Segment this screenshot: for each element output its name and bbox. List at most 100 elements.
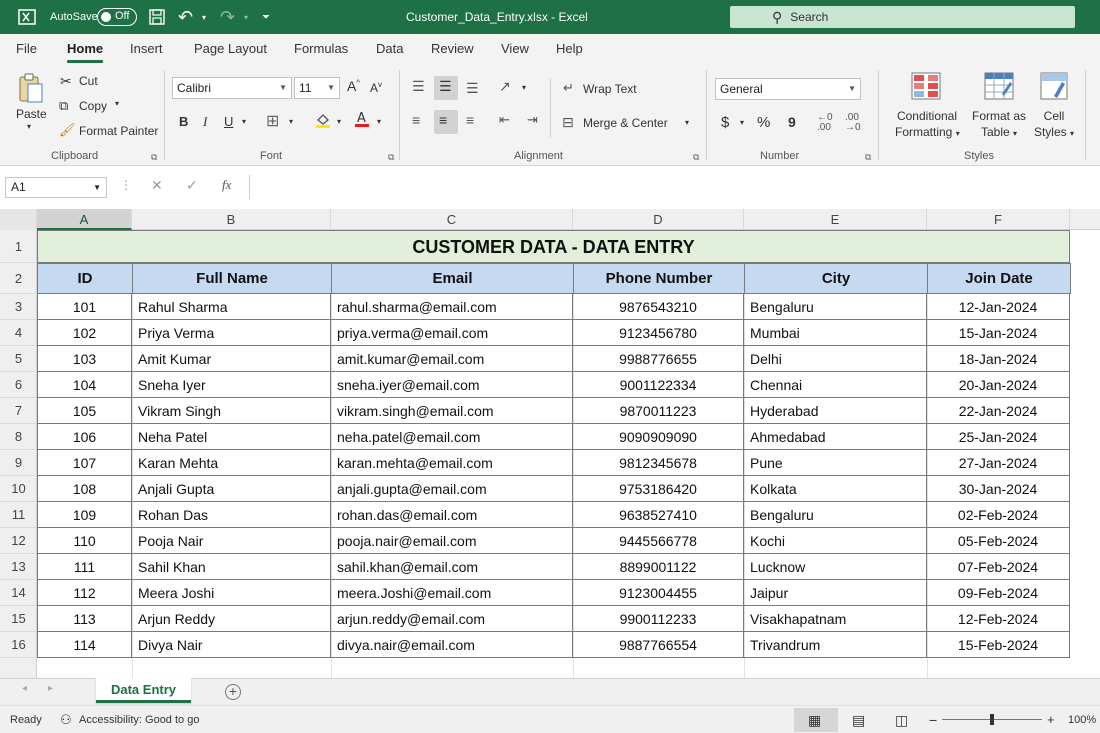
row-header[interactable]: 5 [0,346,37,372]
row-header[interactable]: 13 [0,554,37,580]
tab-formulas[interactable]: Formulas [294,34,348,64]
percent-button[interactable]: % [757,114,770,131]
format-painter-button[interactable]: Format Painter [79,124,158,138]
cell-full-name[interactable]: Rohan Das [132,502,331,528]
cell-id[interactable]: 109 [37,502,132,528]
row-header[interactable]: 4 [0,320,37,346]
next-sheet-icon[interactable]: ▸ [48,683,53,694]
cell-join-date[interactable]: 09-Feb-2024 [927,580,1070,606]
tab-page-layout[interactable]: Page Layout [194,34,267,64]
cell-full-name[interactable]: Rahul Sharma [132,294,331,320]
sheet-tab-data-entry[interactable]: Data Entry [96,678,191,703]
cell-join-date[interactable]: 27-Jan-2024 [927,450,1070,476]
zoom-slider-thumb[interactable] [990,714,994,725]
wrap-text-icon[interactable]: ↵ [563,80,574,96]
cell-id[interactable]: 103 [37,346,132,372]
column-header-a[interactable]: A [37,209,132,230]
copy-button[interactable]: Copy [79,99,107,113]
cell-join-date[interactable]: 07-Feb-2024 [927,554,1070,580]
search-box[interactable]: ⚲ Search [730,6,1075,28]
accessibility-status[interactable]: Accessibility: Good to go [79,706,199,733]
tab-file[interactable]: File [16,34,37,64]
font-color-dropdown-icon[interactable]: ▾ [377,117,381,126]
cell-email[interactable]: meera.Joshi@email.com [331,580,573,606]
cell-full-name[interactable]: Sneha Iyer [132,372,331,398]
copy-icon[interactable]: ⧉ [59,98,68,114]
cell-id[interactable]: 105 [37,398,132,424]
cell-phone-number[interactable]: 8899001122 [573,554,744,580]
cell-full-name[interactable]: Arjun Reddy [132,606,331,632]
italic-button[interactable]: I [203,114,207,130]
cell-join-date[interactable]: 12-Feb-2024 [927,606,1070,632]
column-header-f[interactable]: F [927,209,1070,230]
merge-center-button[interactable]: Merge & Center [583,116,668,130]
cell-id[interactable]: 108 [37,476,132,502]
number-format-dropdown[interactable]: General ▼ [715,78,861,100]
cell-join-date[interactable]: 30-Jan-2024 [927,476,1070,502]
cell-email[interactable]: vikram.singh@email.com [331,398,573,424]
format-as-table-icon[interactable] [984,72,1014,103]
cell-city[interactable]: Kolkata [744,476,927,502]
cell-city[interactable]: Bengaluru [744,502,927,528]
column-header-c[interactable]: C [331,209,573,230]
cell-full-name[interactable]: Neha Patel [132,424,331,450]
header-email[interactable]: Email [331,263,574,294]
cancel-icon[interactable]: ✕ [151,177,163,194]
cell-phone-number[interactable]: 9812345678 [573,450,744,476]
select-all-corner[interactable] [0,209,37,230]
align-right-icon[interactable]: ≡ [466,112,474,128]
copy-dropdown-icon[interactable]: ▾ [115,99,119,108]
cell-phone-number[interactable]: 9445566778 [573,528,744,554]
paste-button[interactable]: Paste [16,107,47,121]
decrease-indent-icon[interactable]: ⇤ [499,112,510,128]
format-as-table-button[interactable]: Format as Table ▾ [966,108,1032,142]
prev-sheet-icon[interactable]: ◂ [22,683,27,694]
decrease-decimal-icon[interactable]: .00 →0 [845,113,861,133]
borders-icon[interactable]: ⊞ [266,111,279,131]
header-full-name[interactable]: Full Name [132,263,332,294]
cell-city[interactable]: Delhi [744,346,927,372]
excel-app-icon[interactable] [18,0,36,34]
orientation-dropdown-icon[interactable]: ▾ [522,83,526,92]
cell-id[interactable]: 114 [37,632,132,658]
tab-review[interactable]: Review [431,34,474,64]
insert-function-button[interactable]: fx [222,177,231,193]
cell-city[interactable]: Kochi [744,528,927,554]
cell-email[interactable]: anjali.gupta@email.com [331,476,573,502]
cell-join-date[interactable]: 02-Feb-2024 [927,502,1070,528]
increase-decimal-icon[interactable]: ←0.00 [817,113,833,133]
cell-full-name[interactable]: Sahil Khan [132,554,331,580]
paste-dropdown-icon[interactable]: ▾ [27,122,31,131]
cell-id[interactable]: 107 [37,450,132,476]
cell-phone-number[interactable]: 9900112233 [573,606,744,632]
cell-email[interactable]: sneha.iyer@email.com [331,372,573,398]
cell-city[interactable]: Pune [744,450,927,476]
row-header[interactable]: 11 [0,502,37,528]
cell-city[interactable]: Mumbai [744,320,927,346]
cell-phone-number[interactable]: 9870011223 [573,398,744,424]
tab-help[interactable]: Help [556,34,583,64]
page-layout-view-icon[interactable]: ▤ [852,706,865,733]
add-sheet-button[interactable]: + [225,684,241,700]
row-header[interactable]: 15 [0,606,37,632]
cell-id[interactable]: 111 [37,554,132,580]
increase-indent-icon[interactable]: ⇥ [527,112,538,128]
header-join-date[interactable]: Join Date [927,263,1071,294]
cell-join-date[interactable]: 25-Jan-2024 [927,424,1070,450]
cell-email[interactable]: rohan.das@email.com [331,502,573,528]
row-header[interactable]: 10 [0,476,37,502]
cut-icon[interactable]: ✂ [60,73,72,90]
merge-center-icon[interactable]: ⊟ [562,114,574,131]
accessibility-icon[interactable]: ⚇ [60,706,72,733]
row-header[interactable]: 16 [0,632,37,658]
column-header-b[interactable]: B [132,209,331,230]
zoom-in-icon[interactable]: + [1047,706,1055,733]
undo-icon[interactable]: ↶ [178,0,193,34]
row-header[interactable]: 12 [0,528,37,554]
wrap-text-button[interactable]: Wrap Text [583,82,637,96]
row-header[interactable]: 14 [0,580,37,606]
middle-align-icon[interactable]: ☰ [439,78,452,95]
cell-email[interactable]: amit.kumar@email.com [331,346,573,372]
cell-join-date[interactable]: 15-Jan-2024 [927,320,1070,346]
cell-join-date[interactable]: 20-Jan-2024 [927,372,1070,398]
